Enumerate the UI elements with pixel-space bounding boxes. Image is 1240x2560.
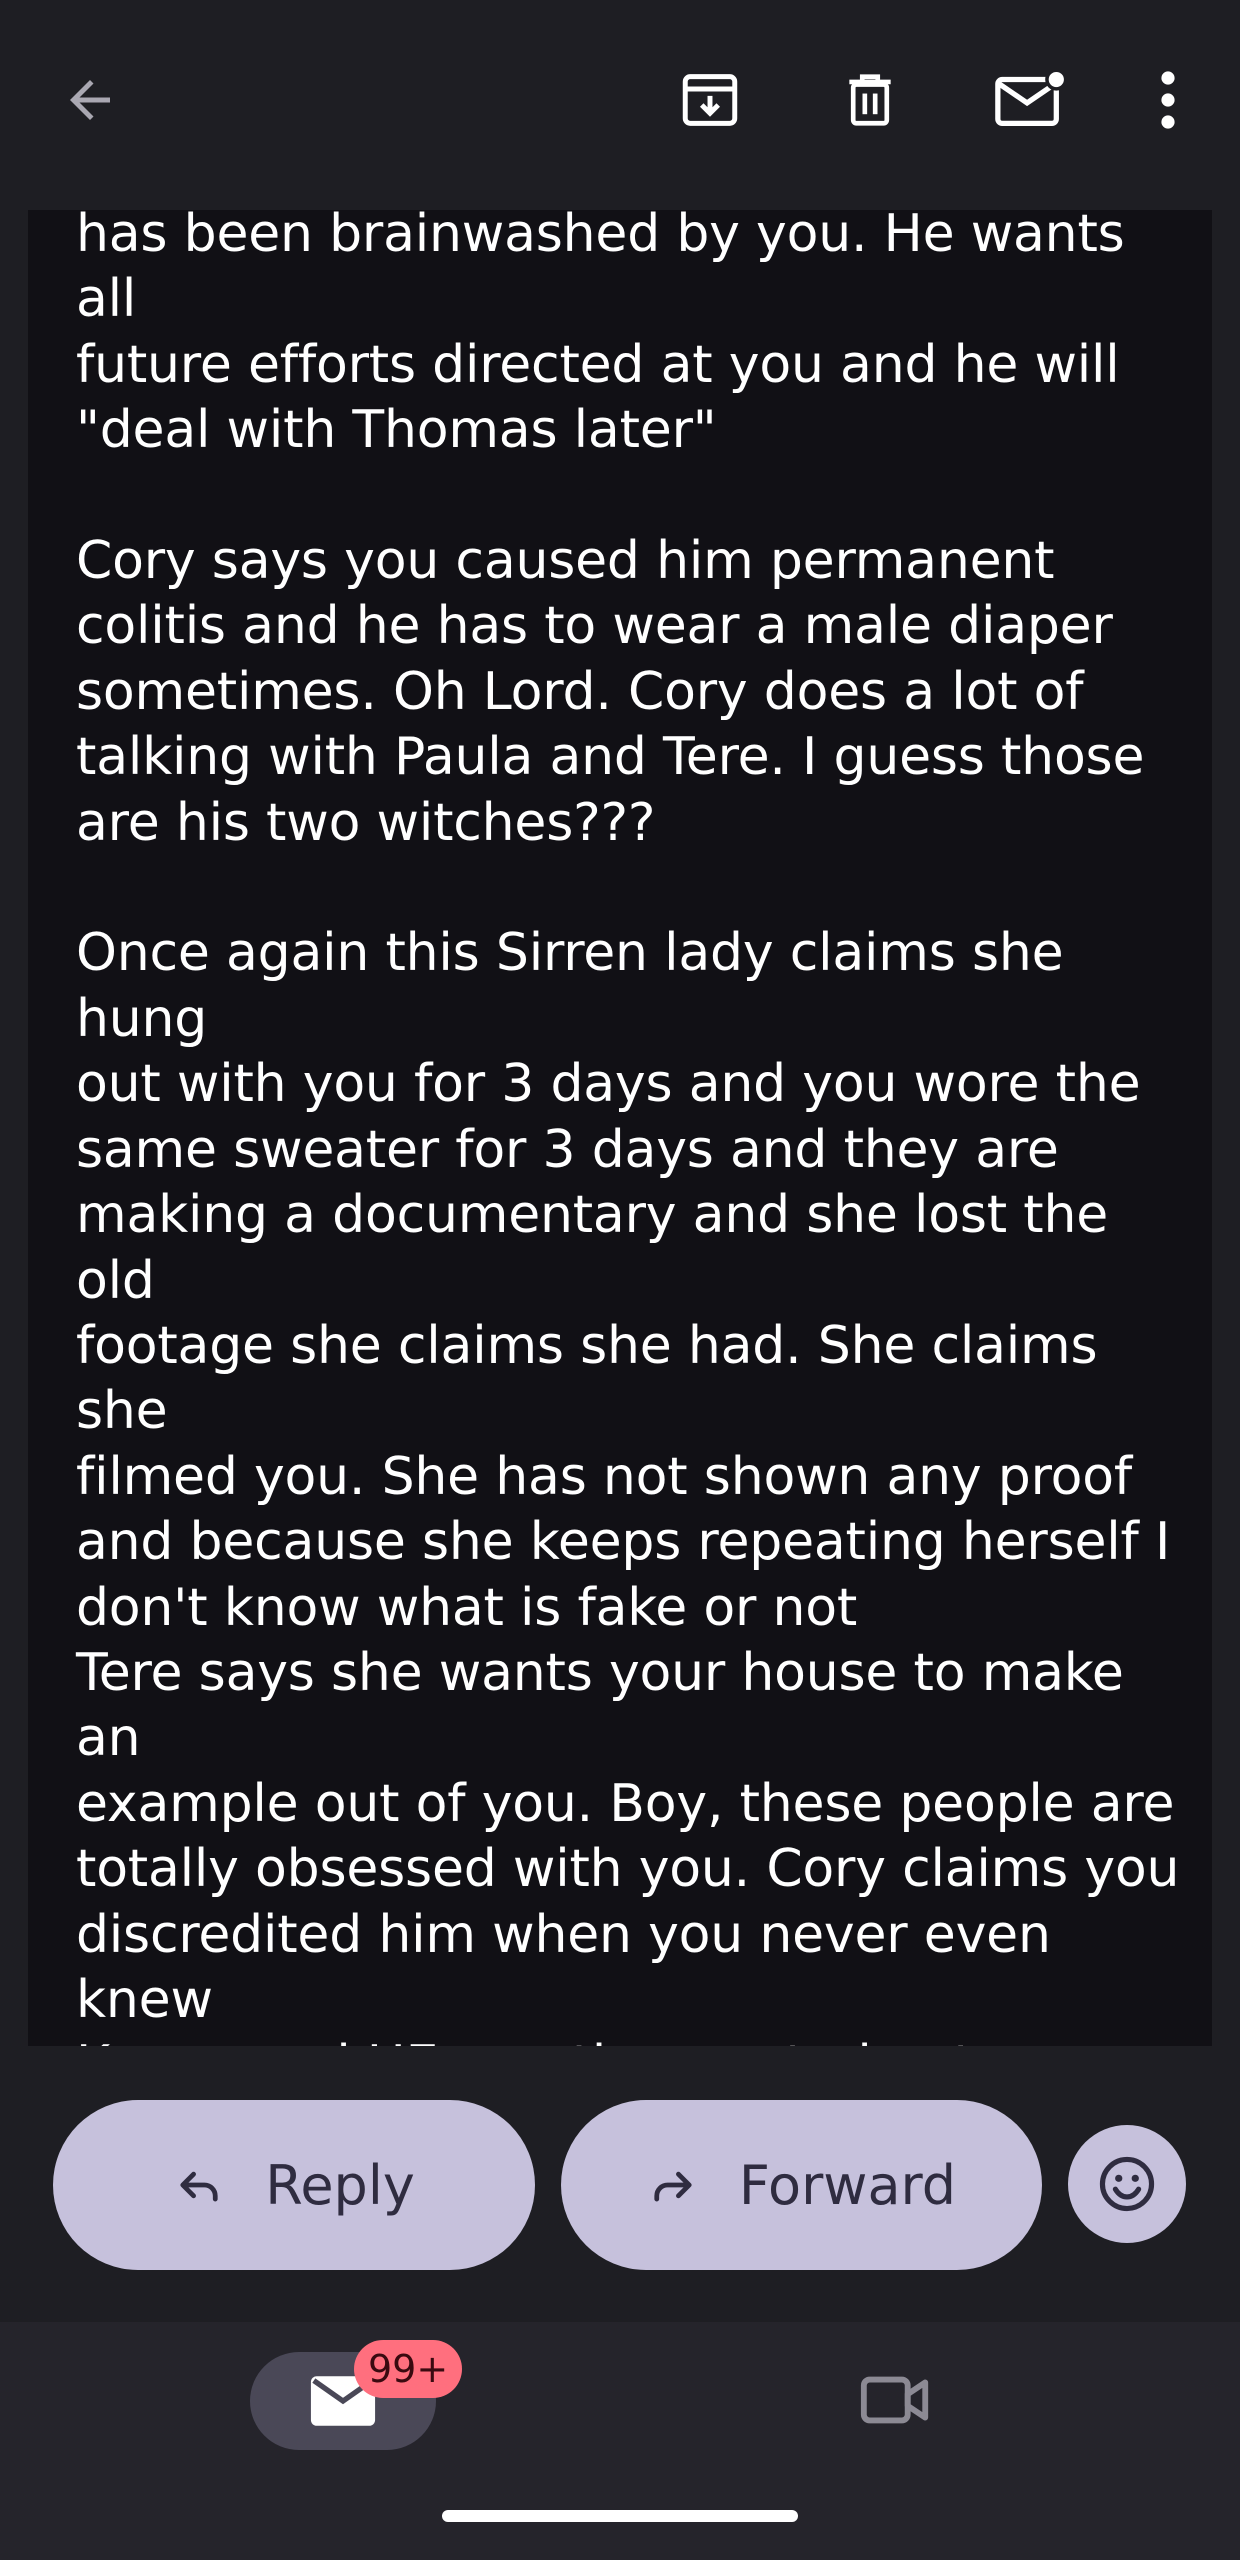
message-actions: Reply Forward <box>0 2090 1240 2280</box>
bottom-navigation: 99+ <box>0 2322 1240 2560</box>
delete-button[interactable] <box>830 60 910 140</box>
smiley-icon <box>1099 2156 1155 2212</box>
archive-icon <box>682 74 738 126</box>
back-button[interactable] <box>50 60 130 140</box>
forward-icon <box>647 2159 699 2211</box>
more-options-button[interactable] <box>1130 60 1206 140</box>
more-vert-icon <box>1161 71 1175 129</box>
video-camera-icon <box>860 2376 929 2424</box>
archive-button[interactable] <box>670 60 750 140</box>
forward-label: Forward <box>738 2153 957 2217</box>
gesture-home-bar[interactable] <box>442 2510 798 2522</box>
reply-label: Reply <box>265 2153 415 2217</box>
trash-icon <box>849 74 891 126</box>
reply-button[interactable]: Reply <box>53 2100 535 2270</box>
forward-button[interactable]: Forward <box>561 2100 1042 2270</box>
mark-unread-button[interactable] <box>985 60 1075 140</box>
message-body-text: has been brainwashed by you. He wants al… <box>76 210 1193 2046</box>
meet-tab[interactable] <box>858 2370 934 2434</box>
reply-icon <box>173 2159 225 2211</box>
mail-unread-icon <box>995 68 1068 127</box>
unread-count-badge: 99+ <box>354 2340 463 2398</box>
message-body-container: has been brainwashed by you. He wants al… <box>28 210 1212 2046</box>
emoji-reaction-button[interactable] <box>1068 2125 1186 2243</box>
arrow-left-icon <box>70 80 110 120</box>
top-app-bar <box>0 0 1240 210</box>
